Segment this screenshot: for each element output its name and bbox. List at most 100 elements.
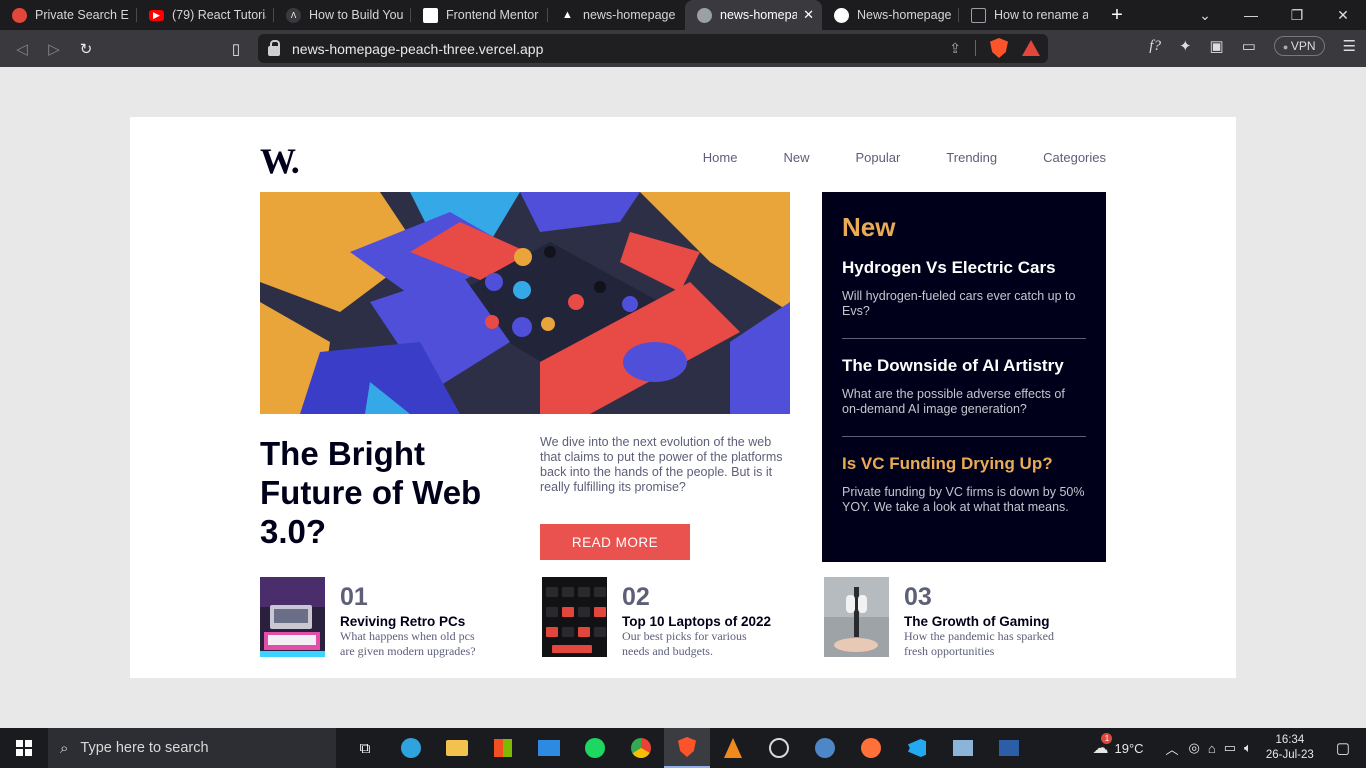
- maximize-icon[interactable]: ❐: [1274, 0, 1320, 30]
- task-view-icon[interactable]: ⧉: [342, 728, 388, 768]
- browser-tab[interactable]: Private Search Eng: [0, 0, 137, 30]
- windows-taskbar: ⌕ Type here to search ⧉ ☁ 1 19°C ︿ ◎ ⌂ ▭ …: [0, 728, 1366, 768]
- forward-icon[interactable]: ▷: [38, 40, 70, 58]
- brave-rewards-icon[interactable]: [1022, 40, 1040, 56]
- browser-tab[interactable]: ▲ news-homepage -: [548, 0, 685, 30]
- function-extension-icon[interactable]: f?: [1149, 38, 1161, 55]
- reload-icon[interactable]: ↻: [70, 40, 102, 58]
- new-item[interactable]: Hydrogen Vs Electric Cars Will hydrogen-…: [842, 243, 1086, 339]
- new-tab-icon[interactable]: +: [1102, 0, 1132, 30]
- share-icon[interactable]: ⇪: [949, 40, 961, 57]
- new-item[interactable]: Is VC Funding Drying Up? Private funding…: [842, 437, 1086, 534]
- file-explorer-icon[interactable]: [434, 728, 480, 768]
- extensions-puzzle-icon[interactable]: ✦: [1179, 37, 1192, 55]
- close-tab-icon[interactable]: ✕: [803, 7, 814, 23]
- weather-temp[interactable]: 19°C: [1114, 741, 1143, 756]
- laptop-keyboard-thumbnail: [542, 577, 607, 657]
- spotify-icon[interactable]: [572, 728, 618, 768]
- nav-home[interactable]: Home: [703, 150, 738, 165]
- clock[interactable]: 16:34 26-Jul-23: [1266, 733, 1314, 763]
- tab-label: news-homepag: [720, 8, 798, 22]
- new-item[interactable]: The Downside of AI Artistry What are the…: [842, 339, 1086, 437]
- battery-icon[interactable]: ▭: [1224, 740, 1236, 756]
- read-more-button[interactable]: READ MORE: [540, 524, 690, 560]
- clock-date: 26-Jul-23: [1265, 749, 1314, 761]
- brave-shields-icon[interactable]: [990, 38, 1008, 58]
- taskbar-search-box[interactable]: ⌕ Type here to search: [48, 728, 336, 768]
- browser-tab[interactable]: ▶ (79) React Tutorial: [137, 0, 274, 30]
- notifications-icon[interactable]: ▢: [1336, 739, 1350, 757]
- nav-trending[interactable]: Trending: [946, 150, 997, 165]
- meet-now-icon[interactable]: ◎: [1189, 740, 1200, 756]
- article-card[interactable]: 01 Reviving Retro PCs What happens when …: [260, 577, 542, 659]
- article-title[interactable]: Top 10 Laptops of 2022: [622, 614, 772, 629]
- menu-hamburger-icon[interactable]: ☰: [1343, 37, 1356, 55]
- media-player-icon[interactable]: [756, 728, 802, 768]
- retro-pc-thumbnail: [260, 577, 325, 657]
- minimize-icon[interactable]: —: [1228, 0, 1274, 30]
- article-number: 03: [904, 583, 932, 611]
- vpn-button[interactable]: VPN: [1273, 36, 1325, 56]
- volume-icon[interactable]: 🔈︎: [1244, 740, 1252, 756]
- remote-desktop-icon[interactable]: [940, 728, 986, 768]
- nav-popular[interactable]: Popular: [855, 150, 900, 165]
- powershell-icon[interactable]: [986, 728, 1032, 768]
- browser-tab-bar: Private Search Eng ▶(79) React Tutorial …: [0, 0, 1366, 30]
- wallet-icon[interactable]: ▭: [1242, 37, 1256, 55]
- new-item-title[interactable]: The Downside of AI Artistry: [842, 356, 1086, 376]
- site-logo[interactable]: W.: [260, 140, 300, 182]
- microsoft-store-icon[interactable]: [480, 728, 526, 768]
- taskbar-search-placeholder: Type here to search: [80, 740, 209, 756]
- github-favicon-icon: [834, 7, 849, 23]
- back-icon[interactable]: ◁: [6, 40, 38, 58]
- edge-icon[interactable]: [388, 728, 434, 768]
- new-item-title[interactable]: Hydrogen Vs Electric Cars: [842, 258, 1086, 278]
- tab-label: How to rename a: [994, 8, 1088, 22]
- article-number: 02: [622, 583, 650, 611]
- browser-tab[interactable]: News-homepage/: [822, 0, 959, 30]
- address-bar[interactable]: news-homepage-peach-three.vercel.app ⇪: [258, 34, 1048, 63]
- vscode-icon[interactable]: [894, 728, 940, 768]
- tab-label: (79) React Tutorial: [172, 8, 266, 22]
- article-title[interactable]: Reviving Retro PCs: [340, 614, 490, 629]
- search-icon: ⌕: [60, 739, 69, 757]
- browser-tab[interactable]: Frontend Mentor |: [411, 0, 548, 30]
- tab-label: Frontend Mentor |: [446, 8, 540, 22]
- chrome-icon[interactable]: [618, 728, 664, 768]
- firefox-icon[interactable]: [848, 728, 894, 768]
- new-item-title[interactable]: Is VC Funding Drying Up?: [842, 454, 1086, 474]
- tray-chevron-icon[interactable]: ︿: [1166, 739, 1179, 758]
- lock-icon: [268, 39, 280, 56]
- shield-favicon-icon: [12, 7, 27, 23]
- windows-start-icon[interactable]: [0, 740, 48, 756]
- browser-tab-active[interactable]: news-homepag ✕: [685, 0, 822, 30]
- game-controller-thumbnail: [824, 577, 889, 657]
- numbered-articles: 01 Reviving Retro PCs What happens when …: [260, 577, 1106, 659]
- youtube-favicon-icon: ▶: [149, 9, 164, 21]
- brave-taskbar-icon[interactable]: [664, 728, 710, 768]
- article-text: Our best picks for various needs and bud…: [622, 629, 747, 658]
- frontend-mentor-favicon-icon: [423, 7, 438, 23]
- news-homepage: W. Home New Popular Trending Categories: [130, 117, 1236, 678]
- vlc-icon[interactable]: [710, 728, 756, 768]
- browser-tab[interactable]: Λ How to Build Your: [274, 0, 411, 30]
- bookmark-icon[interactable]: ▯: [220, 40, 252, 58]
- article-text: How the pandemic has sparked fresh oppor…: [904, 629, 1054, 658]
- article-number: 01: [340, 583, 368, 611]
- new-heading: New: [842, 212, 896, 242]
- sidebar-toggle-icon[interactable]: ▣: [1210, 37, 1224, 55]
- browser-tab[interactable]: How to rename a: [959, 0, 1096, 30]
- weather-cloud-icon[interactable]: ☁ 1: [1092, 733, 1113, 758]
- nav-categories[interactable]: Categories: [1043, 150, 1106, 165]
- close-window-icon[interactable]: ✕: [1320, 0, 1366, 30]
- nav-new[interactable]: New: [783, 150, 809, 165]
- article-card[interactable]: 02 Top 10 Laptops of 2022 Our best picks…: [542, 577, 824, 659]
- hero-image: [260, 192, 790, 414]
- article-text: What happens when old pcs are given mode…: [340, 629, 476, 658]
- article-title[interactable]: The Growth of Gaming: [904, 614, 1054, 629]
- qbittorrent-icon[interactable]: [802, 728, 848, 768]
- article-card[interactable]: 03 The Growth of Gaming How the pandemic…: [824, 577, 1106, 659]
- mail-icon[interactable]: [526, 728, 572, 768]
- network-icon[interactable]: ⌂: [1208, 741, 1216, 756]
- tab-search-chevron-icon[interactable]: ⌄: [1182, 0, 1228, 30]
